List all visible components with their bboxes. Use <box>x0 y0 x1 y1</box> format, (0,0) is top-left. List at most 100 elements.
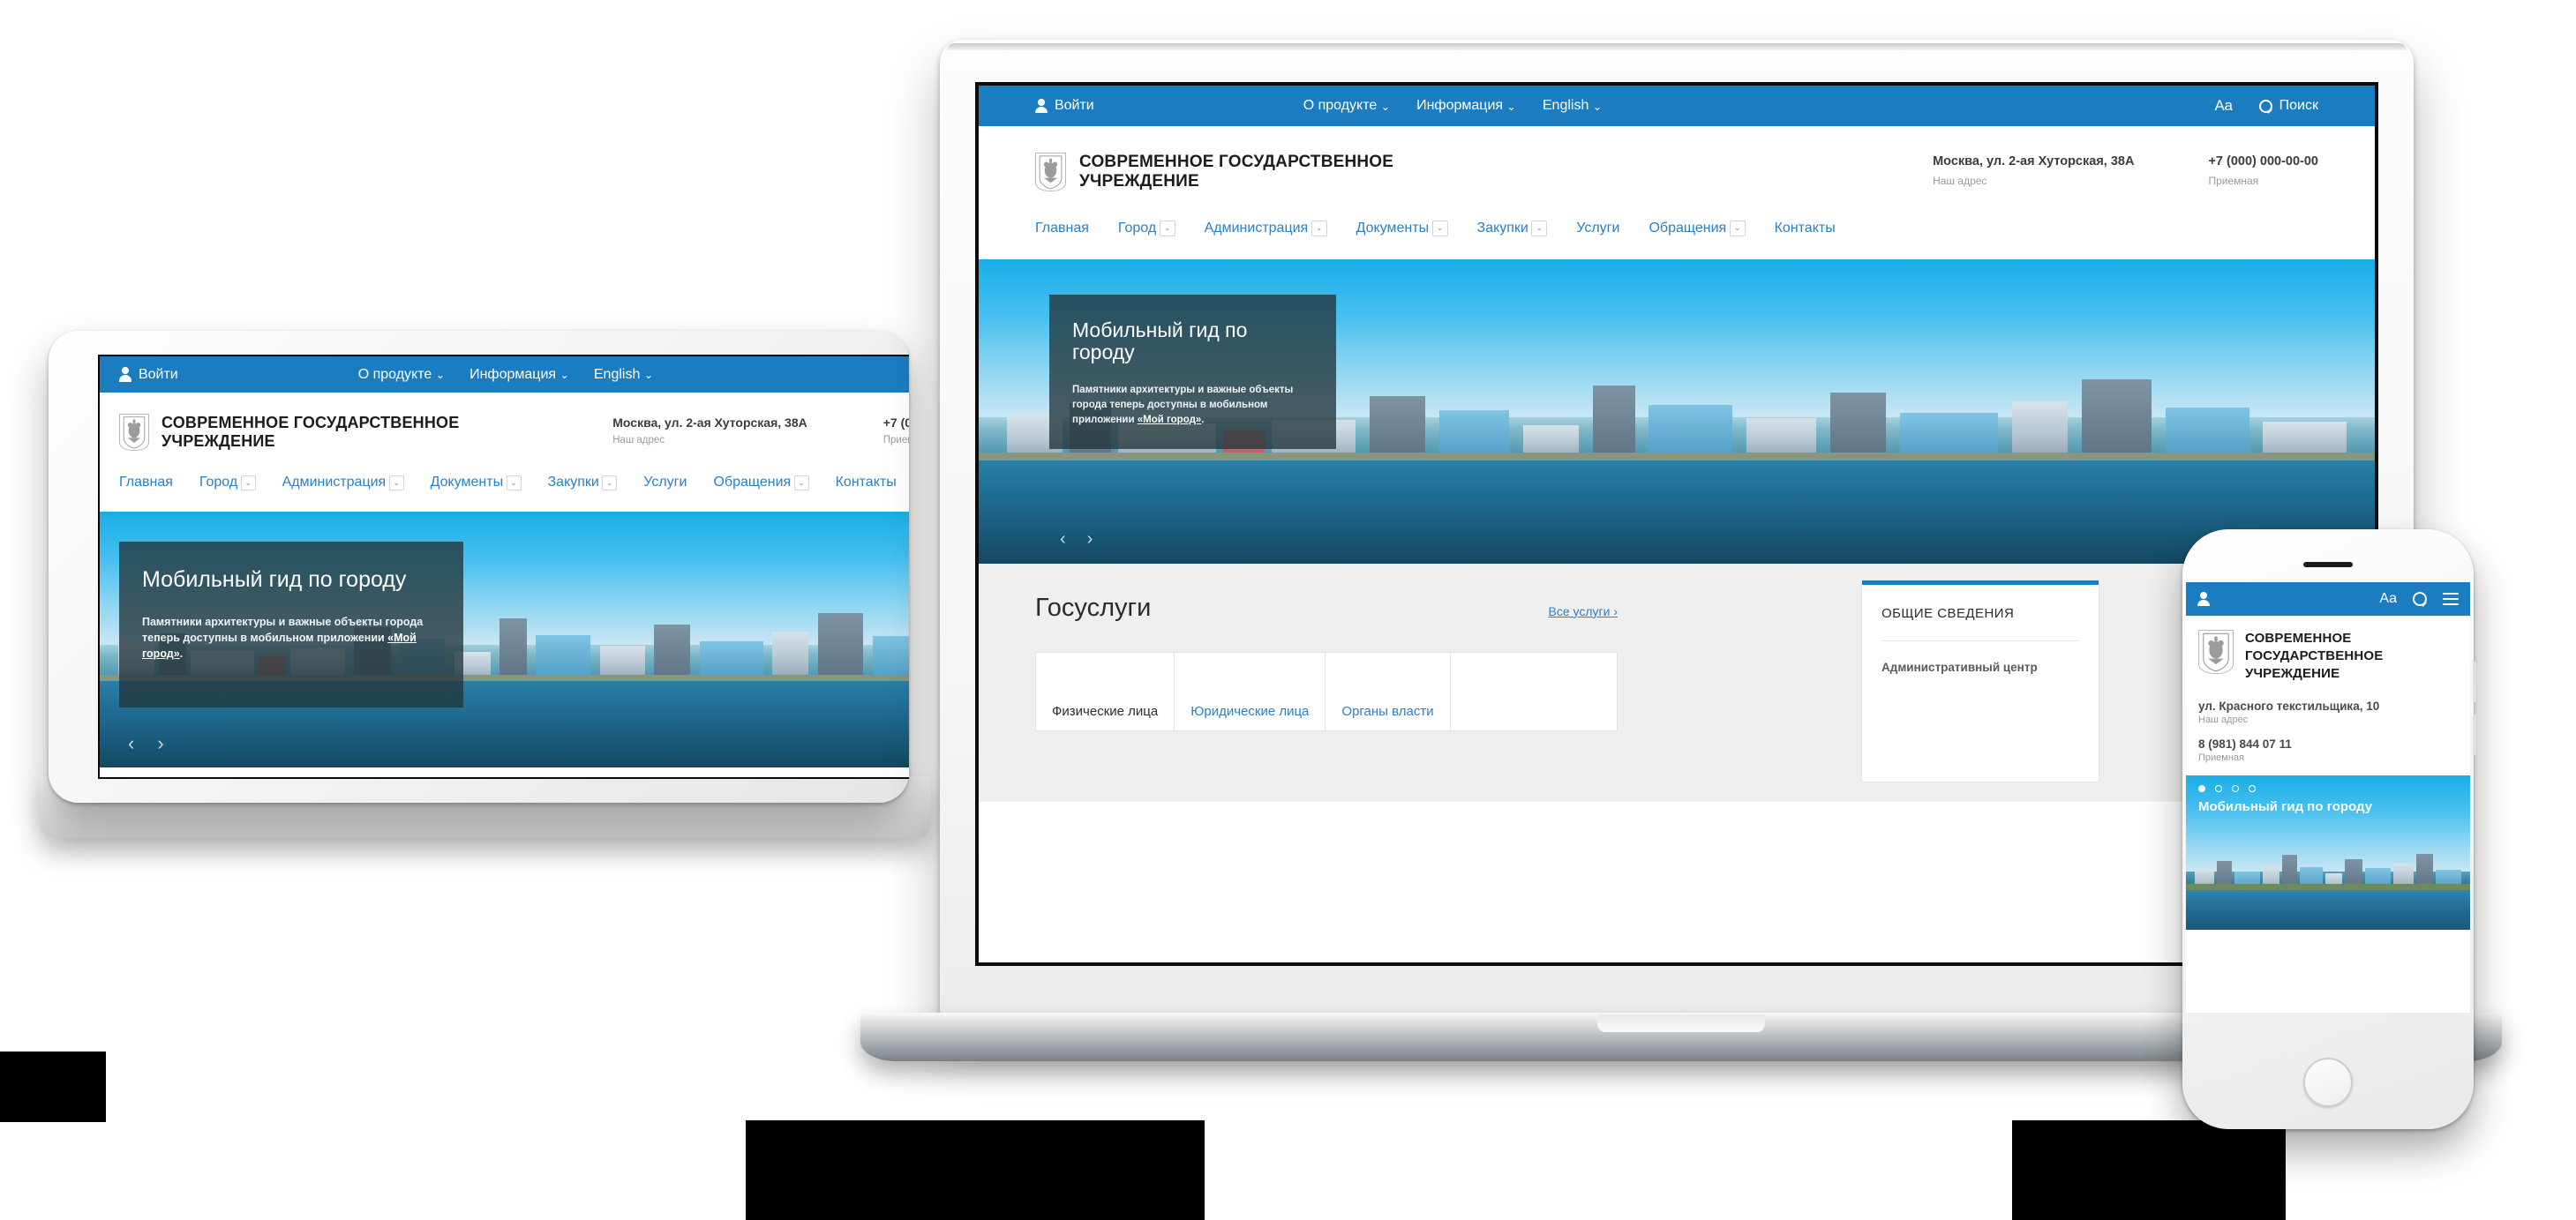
topbar-menu-item-0[interactable]: О продукте ⌄ <box>358 367 445 383</box>
nav-item-glavnaya[interactable]: Главная <box>119 475 173 490</box>
search-button[interactable]: Поиск <box>2258 98 2318 114</box>
nav-label: Документы <box>1356 220 1430 236</box>
hero-dot-2[interactable] <box>2232 785 2239 793</box>
services-tabs: Физические лица Юридические лица Органы … <box>1035 651 1618 731</box>
contact-address: Москва, ул. 2-ая Хуторская, 38А Наш адре… <box>612 415 807 445</box>
topbar-menu-label: О продукте <box>357 366 432 382</box>
contact-label: Приемная <box>882 435 909 445</box>
chevron-down-icon[interactable]: ⌄ <box>793 475 809 490</box>
topbar-menu: О продукте ⌄ Информация ⌄ English ⌄ <box>1303 98 1602 114</box>
hero-arrows: ‹ › <box>128 732 164 755</box>
topbar-menu-label: English <box>1542 98 1589 113</box>
building <box>772 632 809 681</box>
tab-fizicheskie-lica[interactable]: Физические лица <box>1036 652 1175 730</box>
brand-name: СОВРЕМЕННОЕ ГОСУДАРСТВЕННОЕ УЧРЕЖДЕНИЕ <box>1079 153 1393 192</box>
hero-carousel: Мобильный гид по городу Памятники архите… <box>100 512 909 768</box>
nav-item-kontakty[interactable]: Контакты <box>836 475 897 490</box>
all-services-link[interactable]: Все услуги › <box>1548 604 1618 618</box>
hero-dot-3[interactable] <box>2249 785 2256 793</box>
chevron-right-icon[interactable]: › <box>1087 529 1093 550</box>
brand-row: СОВРЕМЕННОЕ ГОСУДАРСТВЕННОЕ УЧРЕЖДЕНИЕ М… <box>100 393 909 451</box>
contact-address: Москва, ул. 2-ая Хуторская, 38А Наш адре… <box>1933 154 2134 187</box>
nav-item-administraciya[interactable]: Администрация ⌄ <box>1204 220 1327 236</box>
hamburger-menu-icon[interactable] <box>2443 593 2459 605</box>
chevron-right-icon[interactable]: › <box>157 732 163 755</box>
nav-item-dokumenty[interactable]: Документы ⌄ <box>1356 220 1448 236</box>
contact-value: +7 (000) 000-00-00 <box>2208 154 2318 168</box>
chevron-down-icon[interactable]: ⌄ <box>1431 220 1448 236</box>
login-button[interactable]: Войти <box>119 367 178 383</box>
login-button[interactable]: Войти <box>1035 98 1094 114</box>
chevron-down-icon[interactable]: ⌄ <box>388 475 404 490</box>
building <box>817 613 864 681</box>
topbar-menu-label: О продукте <box>1303 98 1378 113</box>
chevron-down-icon[interactable]: ⌄ <box>1729 220 1746 236</box>
topbar: Войти О продукте ⌄ Информация ⌄ English ⌄ <box>100 356 909 393</box>
hero-dot-0[interactable] <box>2198 785 2205 793</box>
nav-label: Обращения <box>1648 220 1727 236</box>
coat-of-arms-icon <box>1035 153 1066 191</box>
hero-dot-1[interactable] <box>2215 785 2222 793</box>
nav-item-zakupki[interactable]: Закупки ⌄ <box>548 475 618 490</box>
nav-item-obrashcheniya[interactable]: Обращения ⌄ <box>713 475 809 490</box>
chevron-down-icon: ⌄ <box>643 369 654 381</box>
brand-name-line2: УЧРЕЖДЕНИЕ <box>1079 172 1199 191</box>
contact-label: Наш адрес <box>1933 175 1987 187</box>
nav-label: Главная <box>119 475 173 490</box>
phone-contacts: ул. Красного текстильщика, 10 Наш адрес <box>2186 700 2470 725</box>
person-icon[interactable] <box>2197 591 2210 607</box>
tablet-screen: Войти О продукте ⌄ Информация ⌄ English ⌄ С… <box>100 356 909 777</box>
nav-item-kontakty[interactable]: Контакты <box>1775 221 1836 236</box>
building <box>2011 401 2068 460</box>
font-size-icon[interactable]: Aa <box>2379 591 2397 607</box>
nav-item-administraciya[interactable]: Администрация ⌄ <box>282 475 404 490</box>
brand-name: СОВРЕМЕННОЕ ГОСУДАРСТВЕННОЕ УЧРЕЖДЕНИЕ <box>161 414 459 451</box>
contact-phone: +7 (000) 000-00-00 Приемная <box>2208 154 2318 187</box>
topbar-menu-item-0[interactable]: О продукте ⌄ <box>1303 98 1390 114</box>
services-title: Госуслуги <box>1035 593 1152 622</box>
search-icon[interactable] <box>2413 592 2427 607</box>
nav-item-obrashcheniya[interactable]: Обращения ⌄ <box>1648 220 1746 236</box>
tab-yuridicheskie-lica[interactable]: Юридические лица <box>1175 652 1326 730</box>
chevron-down-icon[interactable]: ⌄ <box>1159 220 1175 236</box>
nav-label: Администрация <box>1204 220 1309 236</box>
phone-volume-down-button <box>2473 715 2476 755</box>
phone-contact-value: ул. Красного текстильщика, 10 <box>2198 700 2380 714</box>
phone-earpiece-speaker <box>2303 562 2353 567</box>
nav-item-gorod[interactable]: Город ⌄ <box>199 475 256 490</box>
chevron-left-icon[interactable]: ‹ <box>128 732 134 755</box>
devices-showcase: Войти О продукте ⌄ Информация ⌄ English ⌄ С… <box>0 0 2576 1220</box>
chevron-down-icon[interactable]: ⌄ <box>1311 220 1327 236</box>
nav-label: Администрация <box>282 475 387 490</box>
nav-item-uslugi[interactable]: Услуги <box>643 475 687 490</box>
brand-row: СОВРЕМЕННОЕ ГОСУДАРСТВЕННОЕ УЧРЕЖДЕНИЕ М… <box>979 126 2375 192</box>
tab-organy-vlasti[interactable]: Органы власти <box>1326 652 1451 730</box>
phone-home-button[interactable] <box>2303 1058 2353 1107</box>
hero-link-moy-gorod[interactable]: «Мой город» <box>1138 415 1202 425</box>
chevron-down-icon[interactable]: ⌄ <box>1531 220 1548 236</box>
nav-item-dokumenty[interactable]: Документы ⌄ <box>431 475 522 490</box>
topbar-menu-item-2[interactable]: English ⌄ <box>594 367 653 383</box>
chevron-down-icon[interactable]: ⌄ <box>506 475 522 490</box>
chevron-down-icon[interactable]: ⌄ <box>602 475 618 490</box>
coat-of-arms-icon <box>119 414 149 451</box>
hero-arrows: ‹ › <box>1060 529 1093 550</box>
hero-desc-after: . <box>1201 414 1205 425</box>
phone-topbar: Aa <box>2186 582 2470 616</box>
font-size-icon: Aa <box>2214 97 2233 114</box>
topbar-menu-item-1[interactable]: Информация ⌄ <box>469 367 569 383</box>
laptop-ground-shadow-right <box>2012 1120 2286 1220</box>
phone-brand: СОВРЕМЕННОЕ ГОСУДАРСТВЕННОЕ УЧРЕЖДЕНИЕ <box>2186 616 2470 685</box>
nav-item-gorod[interactable]: Город ⌄ <box>1118 220 1175 236</box>
nav-label: Закупки <box>1476 220 1528 236</box>
nav-item-zakupki[interactable]: Закупки ⌄ <box>1476 220 1548 236</box>
topbar-menu-item-2[interactable]: English ⌄ <box>1543 98 1602 114</box>
nav-item-uslugi[interactable]: Услуги <box>1576 221 1619 236</box>
font-size-button[interactable]: Aa <box>2215 97 2233 115</box>
nav-item-glavnaya[interactable]: Главная <box>1035 221 1089 236</box>
contact-label: Приемная <box>2208 175 2259 187</box>
chevron-down-icon[interactable]: ⌄ <box>240 475 256 490</box>
chevron-left-icon[interactable]: ‹ <box>1060 529 1066 550</box>
phone-contact-label: Наш адрес <box>2198 715 2249 726</box>
topbar-menu-item-1[interactable]: Информация ⌄ <box>1416 98 1516 114</box>
